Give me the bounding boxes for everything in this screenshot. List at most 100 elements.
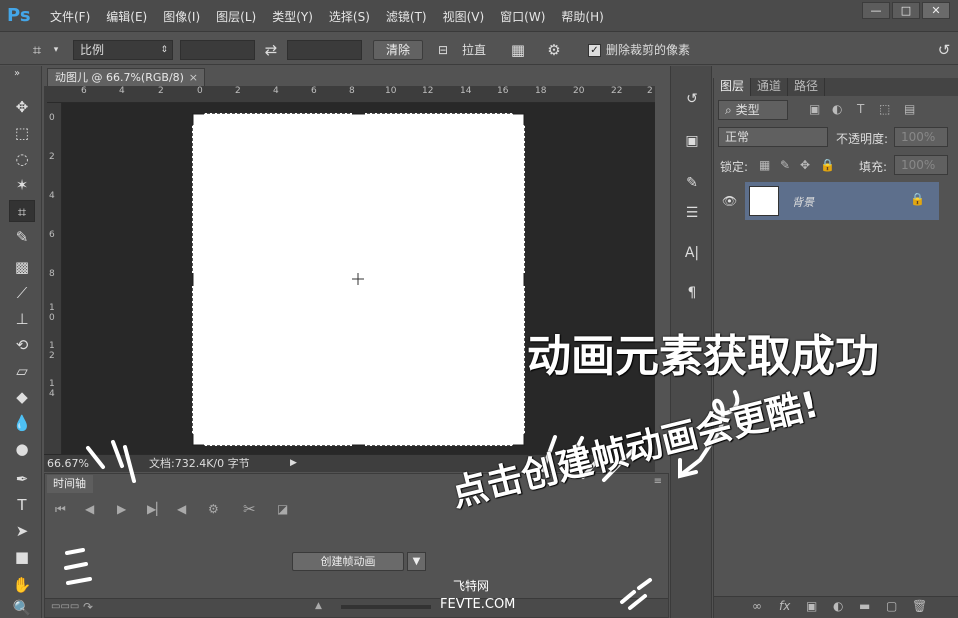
ruler-tick: 1 0 (49, 303, 55, 323)
crop-tool-icon[interactable]: ⌗ (25, 40, 49, 60)
filter-shape-icon[interactable]: ⬚ (879, 102, 890, 116)
menu-window[interactable]: 窗口(W) (500, 8, 545, 25)
filter-smart-icon[interactable]: ▤ (904, 102, 915, 116)
clone-stamp-tool-icon[interactable]: ⊥ (9, 308, 35, 330)
document-tab[interactable]: 动图儿 @ 66.7%(RGB/8) × (47, 68, 205, 86)
create-frame-animation-button[interactable]: 创建帧动画 (292, 552, 404, 571)
transition-icon[interactable]: ◪ (277, 502, 288, 516)
straighten-icon[interactable]: ⊟ (432, 40, 454, 60)
opacity-input[interactable]: 100% (894, 127, 948, 147)
play-icon[interactable]: ▶ (117, 502, 126, 516)
menu-filter[interactable]: 滤镜(T) (386, 8, 427, 25)
brush-tool-icon[interactable]: ⟋ (9, 282, 35, 304)
rectangle-tool-icon[interactable]: ■ (9, 546, 35, 568)
close-document-icon[interactable]: × (189, 69, 198, 86)
brushes-icon[interactable]: ✎ (679, 172, 705, 194)
lock-image-icon[interactable]: ✎ (780, 158, 790, 172)
blend-mode-select[interactable]: 正常 (718, 127, 828, 147)
next-frame-icon[interactable]: ▶▏ (147, 502, 165, 516)
tab-layers[interactable]: 图层 (714, 78, 752, 96)
panel-menu-icon[interactable]: ≡ (654, 476, 662, 487)
tab-channels[interactable]: 通道 (751, 78, 789, 96)
spot-healing-tool-icon[interactable]: ▩ (9, 256, 35, 278)
menu-edit[interactable]: 编辑(E) (106, 8, 147, 25)
clear-button[interactable]: 清除 (373, 40, 423, 60)
status-menu-arrow-icon[interactable]: ▶ (290, 455, 297, 472)
visibility-eye-icon[interactable]: 👁 (722, 194, 737, 208)
menu-type[interactable]: 类型(Y) (272, 8, 313, 25)
settings-icon[interactable]: ⚙ (208, 502, 219, 516)
history-icon[interactable]: ↺ (679, 88, 705, 110)
fx-icon[interactable]: fx (779, 599, 790, 613)
gear-icon[interactable]: ⚙ (543, 40, 565, 60)
crop-tool-icon[interactable]: ⌗ (9, 200, 35, 222)
path-selection-tool-icon[interactable]: ➤ (9, 520, 35, 542)
tab-paths[interactable]: 路径 (788, 78, 826, 96)
menu-view[interactable]: 视图(V) (443, 8, 485, 25)
hand-tool-icon[interactable]: ✋ (9, 574, 35, 596)
filter-adjustment-icon[interactable]: ◐ (832, 102, 842, 116)
previous-frame-icon[interactable]: ◀ (85, 502, 94, 516)
mask-icon[interactable]: ▣ (806, 599, 817, 613)
scissors-icon[interactable]: ✂ (243, 500, 256, 518)
layer-name[interactable]: 背景 (792, 194, 814, 210)
restore-button[interactable]: □ (892, 2, 920, 19)
close-button[interactable]: ✕ (922, 2, 950, 19)
chevron-down-icon[interactable]: ▼ (407, 552, 426, 571)
swap-icon[interactable]: ⇄ (260, 40, 282, 60)
zoom-out-icon[interactable]: ▲ (315, 601, 322, 611)
filter-pixel-icon[interactable]: ▣ (809, 102, 820, 116)
pen-tool-icon[interactable]: ✒ (9, 468, 35, 490)
paragraph-icon[interactable]: ¶ (679, 282, 705, 304)
blur-tool-icon[interactable]: 💧 (9, 412, 35, 434)
zoom-tool-icon[interactable]: 🔍 (9, 597, 35, 618)
menu-help[interactable]: 帮助(H) (561, 8, 603, 25)
filter-type-icon[interactable]: T (857, 102, 864, 116)
first-frame-icon[interactable]: ⏮ (55, 502, 66, 517)
new-layer-icon[interactable]: ▢ (886, 599, 897, 613)
straighten-label[interactable]: 拉直 (462, 40, 486, 60)
history-brush-tool-icon[interactable]: ⟲ (9, 334, 35, 356)
menu-image[interactable]: 图像(I) (163, 8, 200, 25)
frames-icon[interactable]: ▭▭▭ (51, 601, 79, 612)
audio-icon[interactable]: ◀ (177, 502, 186, 516)
collapse-toolbar-icon[interactable]: » (4, 68, 30, 80)
lasso-tool-icon[interactable]: ◌ (9, 148, 35, 170)
menu-layer[interactable]: 图层(L) (216, 8, 256, 25)
height-input[interactable] (287, 40, 362, 60)
link-icon[interactable]: ∞ (752, 599, 762, 613)
group-folder-icon[interactable]: ▬ (859, 599, 870, 613)
move-tool-icon[interactable]: ✥ (9, 96, 35, 118)
timeline-tab[interactable]: 时间轴 (47, 475, 93, 493)
width-input[interactable] (180, 40, 255, 60)
zoom-level[interactable]: 66.67% (47, 455, 89, 472)
fill-input[interactable]: 100% (894, 155, 948, 175)
eraser-tool-icon[interactable]: ▱ (9, 360, 35, 382)
convert-icon[interactable]: ↷ (83, 600, 93, 614)
ratio-select[interactable]: 比例 ⇕ (73, 40, 173, 60)
delete-cropped-checkbox[interactable]: ✓ (588, 44, 601, 64)
document-canvas[interactable] (192, 113, 525, 446)
trash-icon[interactable]: 🗑 (912, 599, 927, 613)
menu-file[interactable]: 文件(F) (50, 8, 90, 25)
lock-all-icon[interactable]: 🔒 (820, 158, 835, 172)
minimize-button[interactable]: — (862, 2, 890, 19)
marquee-tool-icon[interactable]: ⬚ (9, 122, 35, 144)
actions-icon[interactable]: ▣ (679, 130, 705, 152)
adjustment-layer-icon[interactable]: ◐ (833, 599, 843, 613)
character-icon[interactable]: A| (679, 242, 705, 264)
menu-select[interactable]: 选择(S) (329, 8, 370, 25)
adjustments-icon[interactable]: ☰ (679, 202, 705, 224)
dodge-tool-icon[interactable]: ● (9, 438, 35, 460)
lock-position-icon[interactable]: ✥ (800, 158, 810, 172)
eyedropper-tool-icon[interactable]: ✎ (9, 226, 35, 248)
layer-filter-select[interactable]: ⌕ 类型 (718, 100, 788, 120)
reset-icon[interactable]: ↺ (934, 40, 954, 60)
lock-transparent-icon[interactable]: ▦ (759, 158, 770, 172)
type-tool-icon[interactable]: T (9, 494, 35, 516)
tool-preset-dropdown-icon[interactable]: ▾ (50, 40, 62, 60)
paint-bucket-tool-icon[interactable]: ◆ (9, 386, 35, 408)
zoom-slider[interactable] (341, 605, 431, 609)
magic-wand-tool-icon[interactable]: ✶ (9, 174, 35, 196)
grid-overlay-icon[interactable]: ▦ (507, 40, 529, 60)
